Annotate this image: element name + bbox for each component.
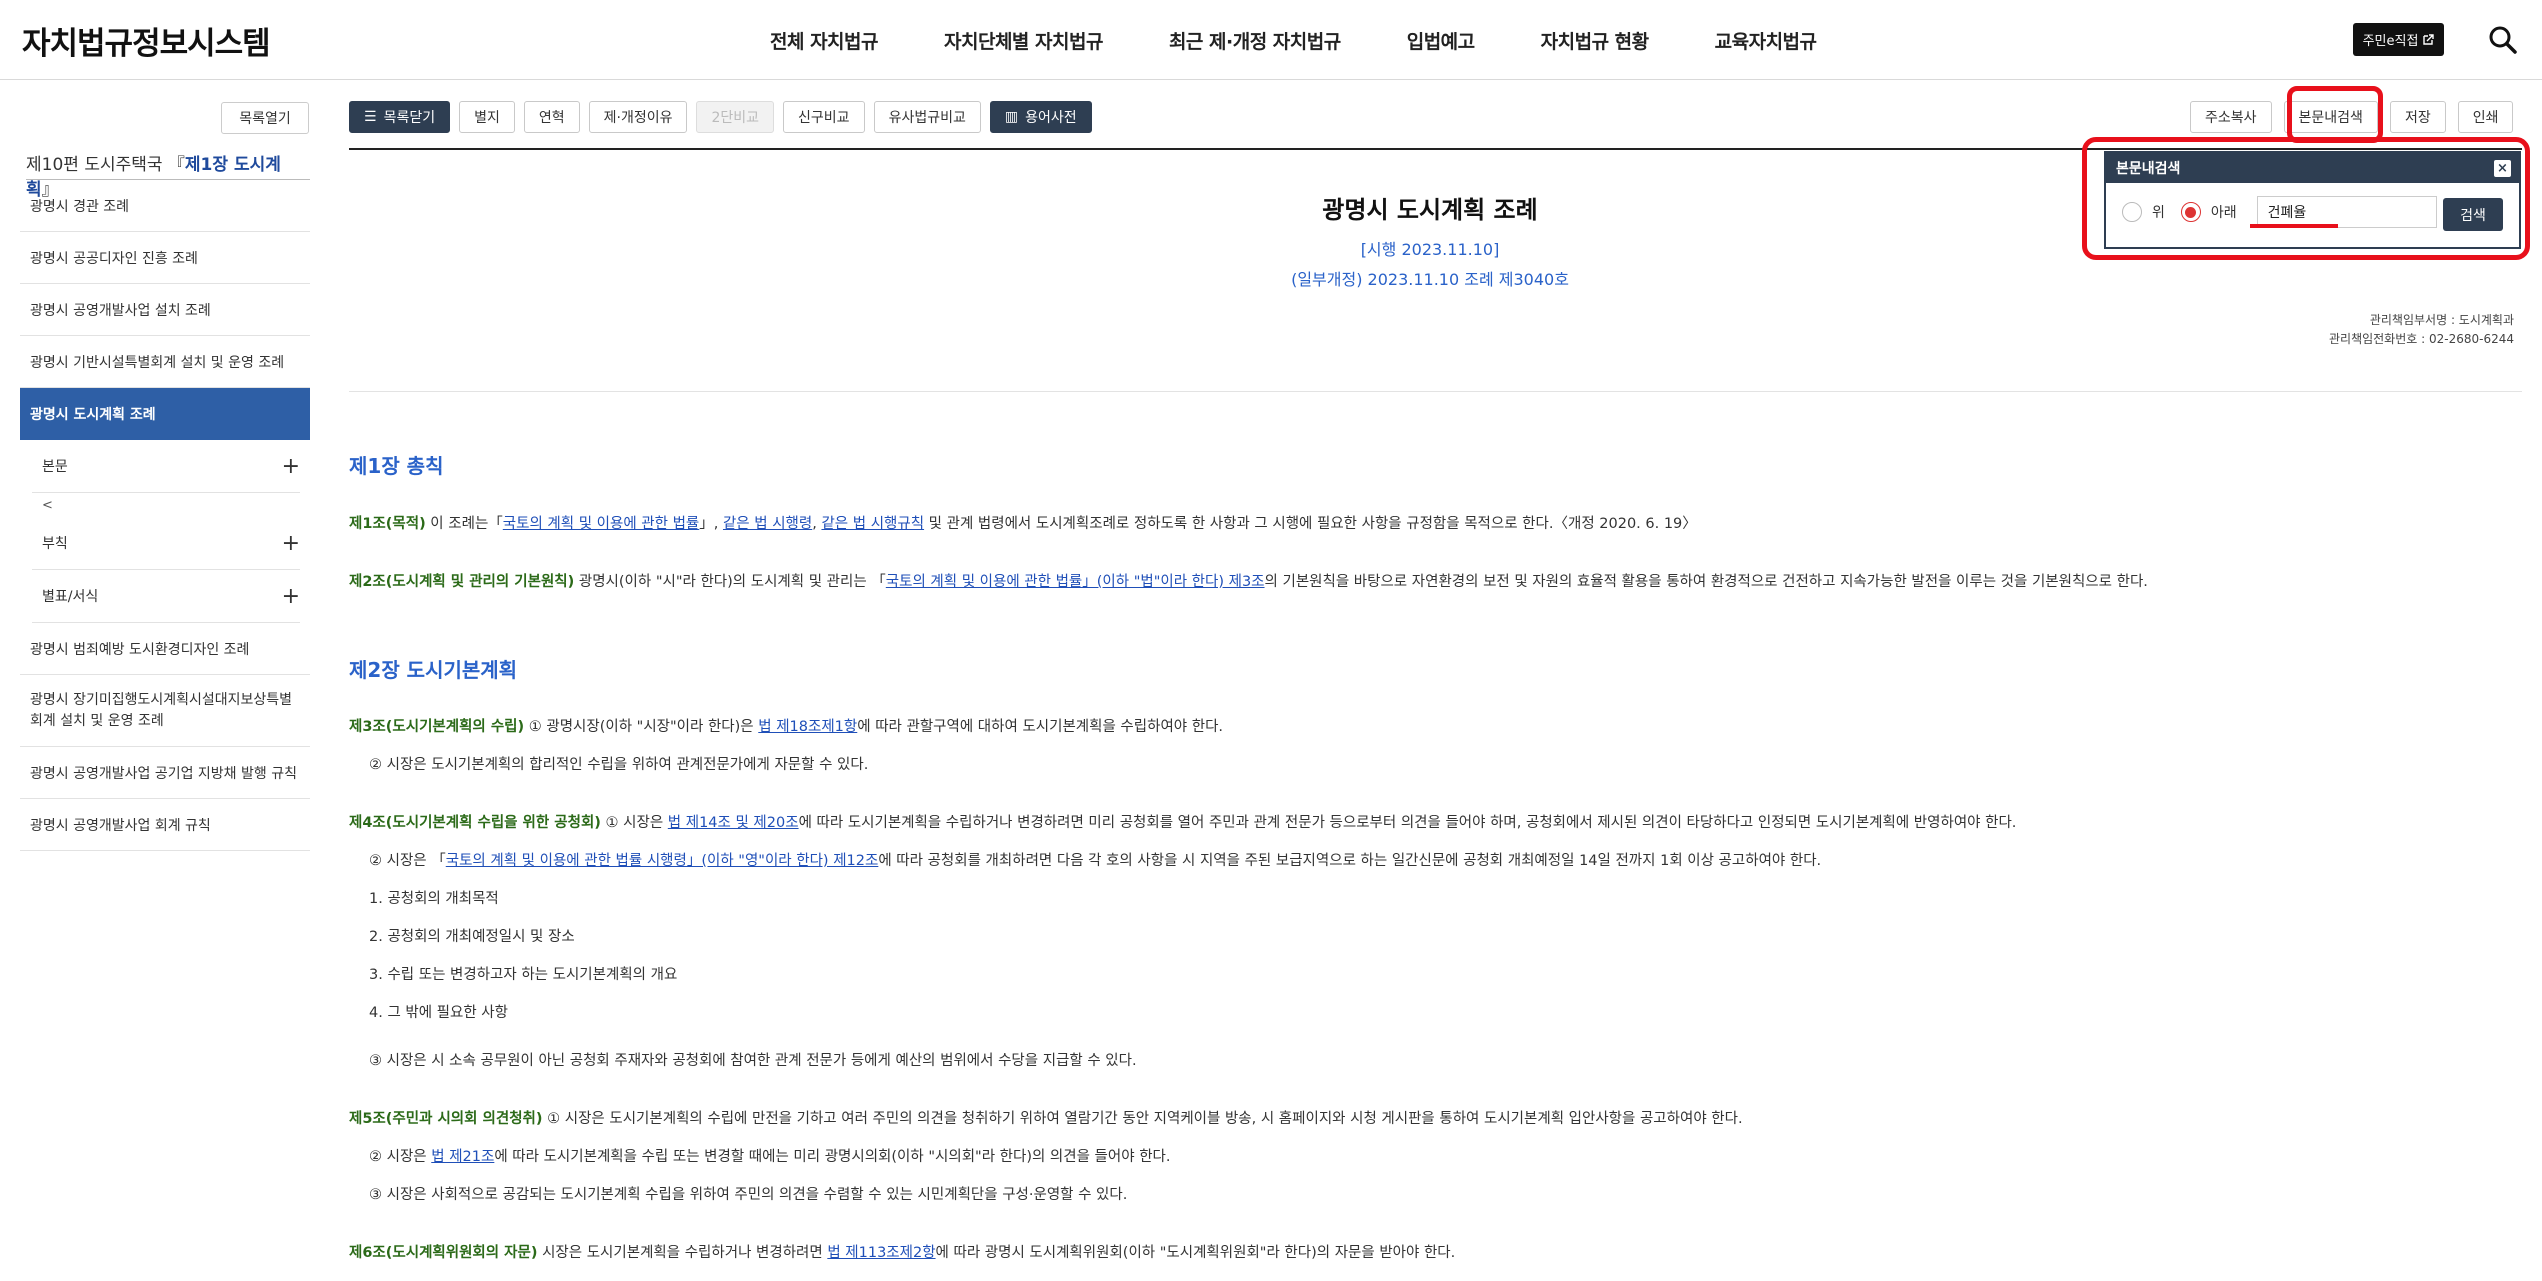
sidebar-sub-lt: < bbox=[42, 497, 53, 513]
list-close-icon: ☰ bbox=[364, 109, 377, 125]
sidebar-item-landscape[interactable]: 광명시 경관 조례 bbox=[20, 180, 310, 232]
law-link[interactable]: 법 제14조 및 제20조 bbox=[668, 815, 799, 831]
paragraph: ② 시장은 법 제21조에 따라 도시기본계획을 수립 또는 변경할 때에는 미… bbox=[369, 1149, 1171, 1165]
revision-reason-button[interactable]: 제·개정이유 bbox=[588, 101, 688, 133]
paragraph: ③ 시장은 사회적으로 공감되는 도시기본계획 수립을 위하여 주민의 의견을 … bbox=[369, 1187, 1128, 1203]
list-item: 3. 수립 또는 변경하고자 하는 도시기본계획의 개요 bbox=[369, 967, 678, 983]
law-list: 광명시 경관 조례 광명시 공공디자인 진흥 조례 광명시 공영개발사업 설치 … bbox=[20, 180, 310, 851]
chapter-heading: 제1장 총칙 bbox=[349, 454, 444, 478]
resident-direct-label: 주민e직접 bbox=[2362, 34, 2419, 49]
similar-law-compare-button[interactable]: 유사법규비교 bbox=[873, 101, 981, 133]
annotation-highlight bbox=[2082, 137, 2530, 260]
manager-info: 관리책임부서명 : 도시계획과 관리책임전화번호 : 02-2680-6244 bbox=[2329, 311, 2514, 348]
main-nav: 전체 자치법규 자치단체별 자치법규 최근 제·개정 자치법규 입법예고 자치법… bbox=[770, 0, 1883, 80]
sidebar-item-compensation-account[interactable]: 광명시 장기미집행도시계획시설대지보상특별회계 설치 및 운영 조례 bbox=[20, 675, 310, 747]
history-button[interactable]: 연혁 bbox=[523, 101, 580, 133]
new-old-compare-button[interactable]: 신구비교 bbox=[783, 101, 865, 133]
sidebar-sub-main[interactable]: 본문 + bbox=[32, 440, 300, 493]
law-link[interactable]: 국토의 계획 및 이용에 관한 법률 시행령」(이하 "영"이라 한다) 제12… bbox=[446, 853, 879, 869]
list-item: 2. 공청회의 개최예정일시 및 장소 bbox=[369, 929, 575, 945]
law-link[interactable]: 법 제113조제2항 bbox=[827, 1245, 935, 1261]
book-icon: ▥ bbox=[1004, 109, 1019, 125]
search-icon[interactable] bbox=[2485, 22, 2521, 58]
sidebar-item-infra-account[interactable]: 광명시 기반시설특별회계 설치 및 운영 조례 bbox=[20, 336, 310, 388]
dictionary-button[interactable]: ▥ 용어사전 bbox=[989, 101, 1092, 133]
sidebar-item-public-dev[interactable]: 광명시 공영개발사업 설치 조례 bbox=[20, 284, 310, 336]
nav-legislative-notice[interactable]: 입법예고 bbox=[1407, 27, 1475, 54]
paragraph: ③ 시장은 시 소속 공무원이 아닌 공청회 주재자와 공청회에 참여한 관계 … bbox=[369, 1053, 1137, 1069]
law-link[interactable]: 같은 법 시행규칙 bbox=[821, 516, 924, 532]
resident-direct-button[interactable]: 주민e직접 bbox=[2353, 23, 2444, 56]
list-item: 4. 그 밖에 필요한 사항 bbox=[369, 1005, 508, 1021]
toc-open-button[interactable]: 목록열기 bbox=[221, 102, 309, 134]
law-link[interactable]: 국토의 계획 및 이용에 관한 법률」(이하 "법"이라 한다) 제3조 bbox=[886, 574, 1265, 590]
sidebar-sub-tables[interactable]: 별표/서식 + bbox=[32, 570, 300, 623]
paragraph: ② 시장은 「국토의 계획 및 이용에 관한 법률 시행령」(이하 "영"이라 … bbox=[369, 853, 1822, 869]
site-logo[interactable]: 자치법규정보시스템 bbox=[22, 18, 271, 63]
external-link-icon bbox=[2423, 33, 2435, 45]
appendix-button[interactable]: 별지 bbox=[459, 101, 515, 133]
article-3: 제3조(도시기본계획의 수립) ① 광명시장(이하 "시장"이라 한다)은 법 … bbox=[349, 719, 1224, 735]
plus-icon: + bbox=[281, 453, 300, 479]
enforcement-date[interactable]: [시행 2023.11.10] bbox=[1000, 236, 1860, 260]
nav-all-laws[interactable]: 전체 자치법규 bbox=[770, 27, 879, 54]
law-link[interactable]: 같은 법 시행령 bbox=[723, 516, 812, 532]
manager-department: 관리책임부서명 : 도시계획과 bbox=[2369, 313, 2514, 327]
chapter-heading: 제2장 도시기본계획 bbox=[349, 658, 518, 682]
law-link[interactable]: 법 제21조 bbox=[431, 1149, 494, 1165]
law-link[interactable]: 국토의 계획 및 이용에 관한 법률 bbox=[503, 516, 699, 532]
manager-phone: 관리책임전화번호 : 02-2680-6244 bbox=[2328, 331, 2514, 346]
sidebar-sub-appendix[interactable]: 부칙 + bbox=[32, 517, 300, 570]
sidebar-item-crime-prevention[interactable]: 광명시 범죄예방 도시환경디자인 조례 bbox=[20, 623, 310, 675]
page-title: 광명시 도시계획 조례 bbox=[1322, 196, 1538, 224]
law-link[interactable]: 법 제18조제1항 bbox=[758, 719, 857, 735]
article-6: 제6조(도시계획위원회의 자문) 시장은 도시기본계획을 수립하거나 변경하려면… bbox=[349, 1245, 1456, 1261]
two-column-compare-button: 2단비교 bbox=[696, 101, 775, 133]
annotation-highlight bbox=[2287, 86, 2383, 143]
article-2: 제2조(도시계획 및 관리의 기본원칙) 광명시(이하 "시"라 한다)의 도시… bbox=[349, 574, 2148, 590]
copy-address-button[interactable]: 주소복사 bbox=[2190, 101, 2272, 133]
article-5: 제5조(주민과 시의회 의견청취) ① 시장은 도시기본계획의 수립에 만전을 … bbox=[349, 1111, 1743, 1127]
paragraph: ② 시장은 도시기본계획의 합리적인 수립을 위하여 관계전문가에게 자문할 수… bbox=[369, 757, 869, 773]
nav-by-local-gov[interactable]: 자치단체별 자치법규 bbox=[944, 27, 1103, 54]
article-1: 제1조(목적) 이 조례는「국토의 계획 및 이용에 관한 법률」, 같은 법 … bbox=[349, 516, 1697, 532]
sidebar-item-accounting-rule[interactable]: 광명시 공영개발사업 회계 규칙 bbox=[20, 799, 310, 851]
divider bbox=[349, 391, 2522, 392]
sidebar-item-public-design[interactable]: 광명시 공공디자인 진흥 조례 bbox=[20, 232, 310, 284]
nav-education-laws[interactable]: 교육자치법규 bbox=[1715, 27, 1817, 54]
print-button[interactable]: 인쇄 bbox=[2457, 101, 2514, 133]
toolbar: ☰ 목록닫기 별지 연혁 제·개정이유 2단비교 신구비교 유사법규비교 ▥ 용어사… bbox=[349, 101, 1092, 133]
amendment-info[interactable]: (일부개정) 2023.11.10 조례 제3040호 bbox=[1000, 266, 1860, 290]
plus-icon: + bbox=[281, 530, 300, 556]
list-item: 1. 공청회의 개최목적 bbox=[369, 891, 499, 907]
article-4: 제4조(도시기본계획 수립을 위한 공청회) ① 시장은 법 제14조 및 제2… bbox=[349, 815, 2017, 831]
nav-law-status[interactable]: 자치법규 현황 bbox=[1541, 27, 1650, 54]
sidebar-item-bond-rule[interactable]: 광명시 공영개발사업 공기업 지방채 발행 규칙 bbox=[20, 747, 310, 799]
toc-close-button[interactable]: ☰ 목록닫기 bbox=[349, 101, 451, 133]
sidebar: 목록열기 제10편 도시주택국 『제1장 도시계획』 광명시 경관 조례 광명시… bbox=[20, 80, 310, 1281]
save-button[interactable]: 저장 bbox=[2389, 101, 2446, 133]
nav-recent-laws[interactable]: 최근 제·개정 자치법규 bbox=[1169, 27, 1341, 54]
plus-icon: + bbox=[281, 583, 300, 609]
site-header: 자치법규정보시스템 전체 자치법규 자치단체별 자치법규 최근 제·개정 자치법… bbox=[0, 0, 2542, 80]
sidebar-item-urban-planning[interactable]: 광명시 도시계획 조례 bbox=[20, 388, 310, 440]
